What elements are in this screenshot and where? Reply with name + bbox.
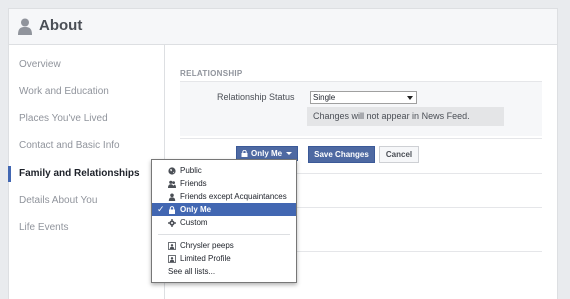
chevron-down-icon bbox=[286, 152, 292, 155]
audience-list-limited-profile[interactable]: Limited Profile bbox=[152, 252, 296, 265]
audience-option-friends-except[interactable]: Friends except Acquaintances bbox=[152, 190, 296, 203]
chevron-down-icon bbox=[407, 96, 413, 100]
save-changes-button[interactable]: Save Changes bbox=[308, 146, 375, 163]
cancel-button[interactable]: Cancel bbox=[379, 146, 419, 163]
menu-separator bbox=[158, 234, 290, 235]
relationship-status-label: Relationship Status bbox=[217, 92, 295, 102]
audience-option-friends[interactable]: Friends bbox=[152, 177, 296, 190]
sidebar-item-work-education[interactable]: Work and Education bbox=[19, 86, 109, 97]
friends-except-icon bbox=[168, 193, 176, 201]
page-title: About bbox=[39, 17, 83, 34]
list-icon bbox=[168, 255, 176, 263]
gear-icon bbox=[168, 219, 176, 227]
globe-icon bbox=[168, 167, 176, 175]
audience-list-chrysler-peeps[interactable]: Chrysler peeps bbox=[152, 239, 296, 252]
news-feed-note: Changes will not appear in News Feed. bbox=[307, 107, 504, 126]
see-all-lists-link[interactable]: See all lists... bbox=[168, 267, 215, 276]
audience-option-only-me[interactable]: ✓ Only Me bbox=[152, 203, 296, 216]
audience-option-public[interactable]: Public bbox=[152, 164, 296, 177]
about-card: About Overview Work and Education Places… bbox=[0, 0, 570, 299]
audience-option-custom[interactable]: Custom bbox=[152, 216, 296, 229]
sidebar-item-family-relationships[interactable]: Family and Relationships bbox=[19, 168, 140, 179]
sidebar-item-contact-info[interactable]: Contact and Basic Info bbox=[19, 140, 120, 151]
lock-icon bbox=[169, 206, 175, 214]
sidebar-item-details[interactable]: Details About You bbox=[19, 195, 97, 206]
friends-icon bbox=[168, 180, 176, 188]
divider bbox=[180, 138, 542, 139]
section-title: RELATIONSHIP bbox=[180, 69, 243, 78]
audience-label: Only Me bbox=[251, 149, 283, 158]
sidebar-item-places[interactable]: Places You've Lived bbox=[19, 113, 108, 124]
select-value: Single bbox=[313, 93, 336, 102]
active-indicator bbox=[8, 166, 11, 182]
sidebar-item-overview[interactable]: Overview bbox=[19, 59, 61, 70]
audience-dropdown-menu: Public Friends Friends except Acquaintan… bbox=[151, 159, 297, 283]
checkmark-icon: ✓ bbox=[157, 204, 165, 214]
list-icon bbox=[168, 242, 176, 250]
person-icon bbox=[18, 18, 32, 35]
lock-icon bbox=[241, 150, 248, 157]
relationship-status-select[interactable]: Single bbox=[310, 91, 417, 104]
sidebar-item-life-events[interactable]: Life Events bbox=[19, 222, 68, 233]
about-header: About bbox=[8, 8, 558, 45]
about-sidebar: Overview Work and Education Places You'v… bbox=[8, 45, 165, 299]
